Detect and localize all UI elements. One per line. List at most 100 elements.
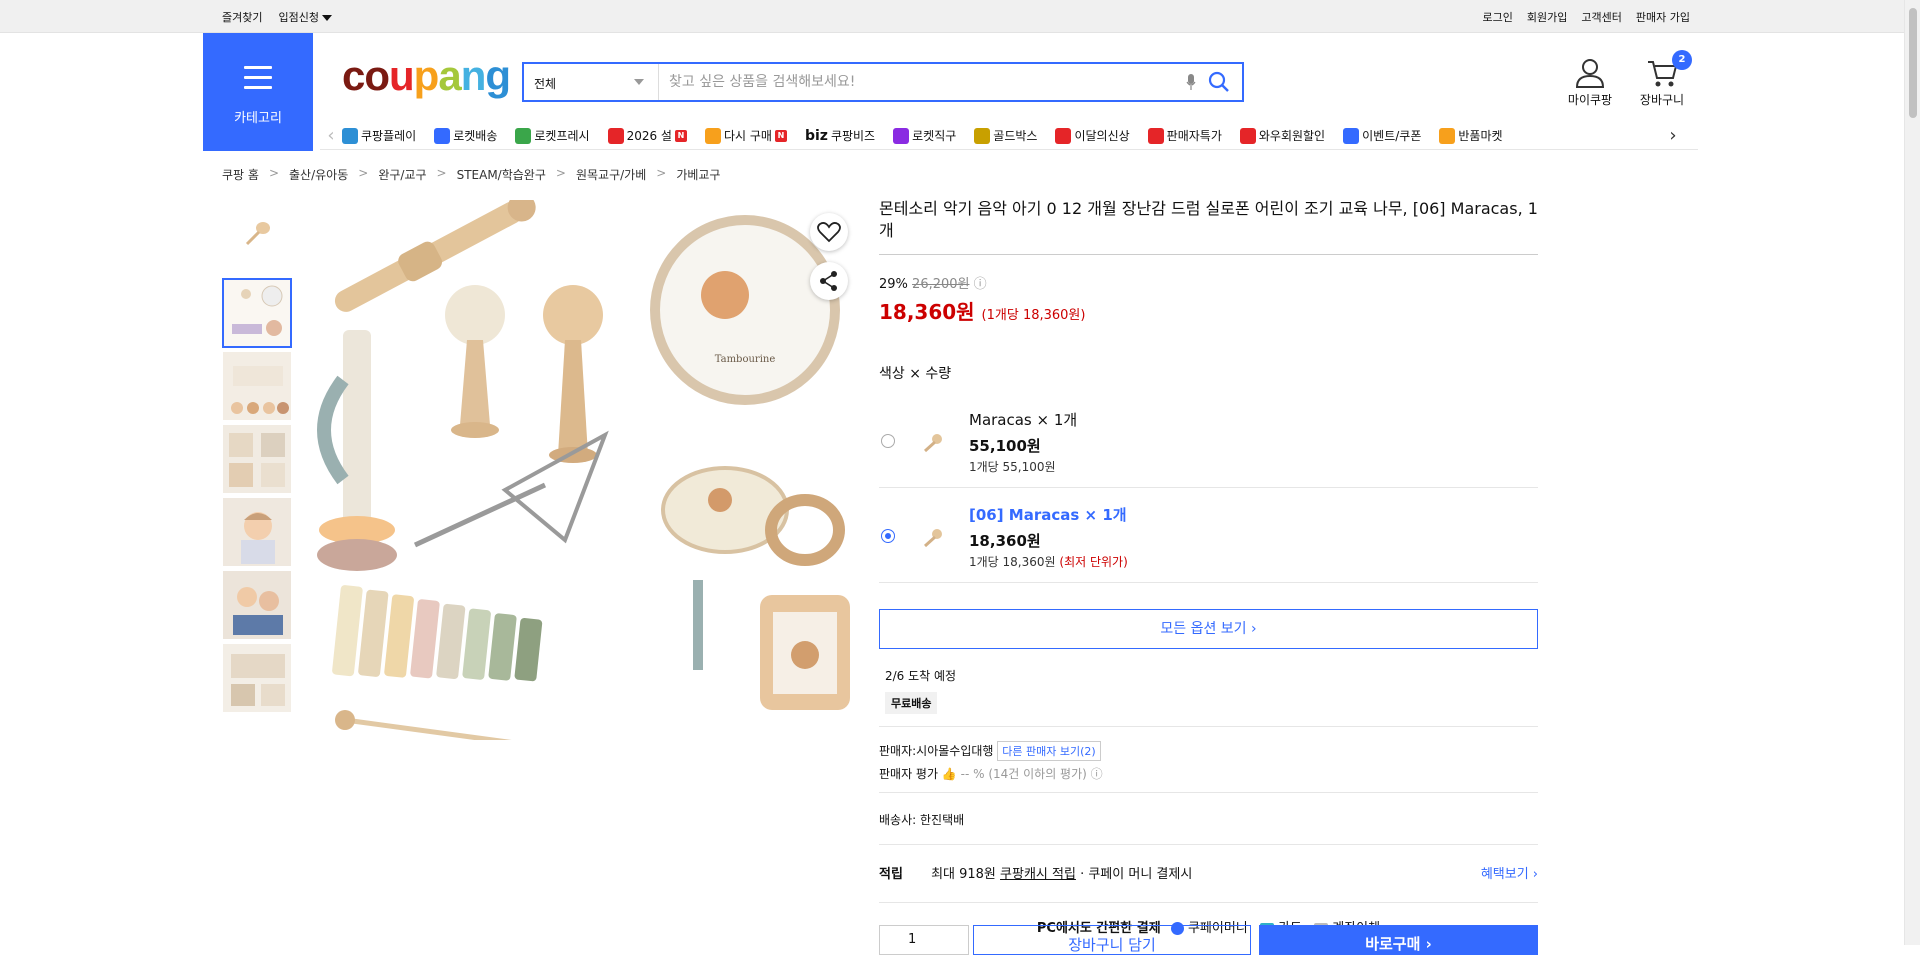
breadcrumb: 쿠팡 홈 > 출산/유아동 > 완구/교구 > STEAM/학습완구 > 원목교구/가베… (222, 166, 720, 183)
seller-join-link[interactable]: 판매자 가입 (1636, 9, 1690, 25)
info-icon[interactable]: ⓘ (1091, 767, 1103, 781)
category-nav-label: 골드박스 (993, 129, 1038, 143)
new-badge: N (774, 129, 787, 142)
category-button[interactable]: 카테고리 (203, 33, 313, 151)
thumbnail-package[interactable] (222, 643, 292, 713)
join-link[interactable]: 회원가입 (1527, 9, 1567, 25)
category-nav-item[interactable]: 로켓배송 (434, 127, 497, 144)
customer-center-link[interactable]: 고객센터 (1581, 9, 1621, 25)
category-nav-item[interactable]: 로켓프레시 (515, 127, 590, 144)
option-name: [06] Maracas × 1개 (969, 506, 1127, 524)
category-nav-item[interactable]: 쿠팡플레이 (342, 127, 416, 144)
scrollbar-thumb[interactable] (1909, 8, 1917, 118)
chevron-right-icon: > (656, 166, 667, 180)
category-nav-label: 로켓프레시 (534, 129, 590, 143)
thumbnail-kids[interactable] (222, 351, 292, 421)
option-radio[interactable] (881, 529, 895, 543)
category-nav-item[interactable]: 골드박스 (974, 127, 1037, 144)
chevron-right-icon[interactable]: › (1662, 125, 1684, 146)
option-unit-price-row: 1개당 18,360원 (최저 단위가) (969, 553, 1128, 570)
category-nav-item[interactable]: 다시 구매 N (704, 127, 787, 144)
login-link[interactable]: 로그인 (1483, 9, 1513, 25)
discount-row: 29% 26,200원 ⓘ (879, 273, 1538, 292)
reward-row: 적립 최대 918원 쿠팡캐시 적립 · 쿠페이 머니 결제시 혜택보기 › (879, 845, 1538, 902)
category-nav-item[interactable]: 2026 설N (607, 127, 687, 144)
option-price: 18,360원 (969, 532, 1041, 550)
other-sellers-button[interactable]: 다른 판매자 보기(2) (997, 741, 1101, 761)
breadcrumb-item[interactable]: 원목교구/가베 (576, 166, 646, 183)
search-scope-select[interactable]: 전체 (524, 64, 659, 100)
chevron-right-icon: > (436, 166, 447, 180)
category-nav-icon (1147, 127, 1164, 144)
seller-info: 판매자:시아몰수입대행 다른 판매자 보기(2) 판매자 평가 👍 -- % (… (879, 727, 1538, 792)
buy-now-button[interactable]: 바로구매 › (1259, 925, 1538, 955)
option-list: Maracas × 1개 55,100원 1개당 55,100원 [06] Ma… (879, 393, 1538, 583)
quantity-stepper[interactable]: 1 (879, 925, 969, 955)
coupang-logo[interactable]: coupang (342, 52, 511, 100)
all-options-label: 모든 옵션 보기 (1160, 621, 1247, 637)
original-price: 26,200원 (912, 277, 970, 292)
shipping-company-label: 배송사: (879, 813, 917, 827)
option-radio[interactable] (881, 434, 895, 448)
product-info: 몬테소리 악기 음악 아기 0 12 개월 장난감 드럼 실로폰 어린이 조기 … (879, 198, 1538, 950)
price-box: 29% 26,200원 ⓘ 18,360원 (1개당 18,360원) (879, 273, 1538, 325)
breadcrumb-item[interactable]: 출산/유아동 (289, 166, 348, 183)
category-nav-bar: ‹ 쿠팡플레이 로켓배송 로켓프레시 2026 설 N 다시 구매 N biz 쿠팡비즈 로켓직구… (320, 122, 1698, 150)
seller-signup-label: 입점신청 (278, 11, 319, 24)
category-nav-item[interactable]: 이벤트/쿠폰 (1343, 127, 1421, 144)
breadcrumb-item[interactable]: 가베교구 (676, 166, 720, 183)
category-nav-label: 반품마켓 (1458, 129, 1503, 143)
shipping-company: 한진택배 (920, 813, 965, 827)
user-icon (1575, 59, 1605, 88)
wishlist-button[interactable] (810, 213, 848, 251)
coupang-cash-link[interactable]: 쿠팡캐시 적립 (1000, 867, 1076, 882)
category-nav-item[interactable]: biz 쿠팡비즈 (805, 127, 875, 144)
info-icon[interactable]: ⓘ (974, 277, 987, 292)
category-nav-item[interactable]: 와우회원할인 (1239, 127, 1325, 144)
thumbnail-play[interactable] (222, 570, 292, 640)
search-input[interactable] (669, 70, 1169, 94)
reward-condition: · 쿠페이 머니 결제시 (1080, 867, 1193, 882)
option-item[interactable]: Maracas × 1개 55,100원 1개당 55,100원 (879, 393, 1538, 488)
option-label: 색상 × 수량 (879, 366, 952, 382)
category-nav-label: 이벤트/쿠폰 (1362, 129, 1422, 143)
page-scrollbar[interactable] (1904, 0, 1920, 945)
category-nav-item[interactable]: 판매자특가 (1147, 127, 1222, 144)
breadcrumb-item[interactable]: STEAM/학습완구 (457, 166, 546, 183)
category-nav-label: 이달의신상 (1074, 129, 1130, 143)
thumbnail-baby[interactable] (222, 497, 292, 567)
search-icon[interactable] (1208, 71, 1230, 93)
option-unit-price: 1개당 55,100원 (969, 460, 1056, 474)
cart-count-badge: 2 (1672, 50, 1692, 70)
delivery-info: 2/6 도착 예정 무료배송 (879, 667, 1538, 714)
microphone-icon[interactable] (1186, 74, 1196, 90)
main-product-image[interactable]: Tambourine (305, 193, 860, 748)
seller-name: 시아몰수입대행 (916, 744, 994, 758)
cart-button[interactable]: 2 장바구니 (1632, 50, 1692, 108)
option-item-selected[interactable]: [06] Maracas × 1개 18,360원 1개당 18,360원 (최… (879, 488, 1538, 583)
thumbnail-detail[interactable] (222, 424, 292, 494)
option-price: 55,100원 (969, 437, 1041, 455)
share-button[interactable] (810, 262, 848, 300)
my-coupang-button[interactable]: 마이쿠팡 (1560, 58, 1620, 108)
chevron-left-icon[interactable]: ‹ (320, 125, 342, 146)
category-nav-item[interactable]: 이달의신상 (1055, 127, 1130, 144)
category-nav-item[interactable]: 로켓직구 (893, 127, 956, 144)
top-utility-bar: 즐겨찾기 입점신청 로그인 회원가입 고객센터 판매자 가입 (0, 0, 1920, 33)
seller-signup-link[interactable]: 입점신청 (278, 9, 332, 25)
cart-label: 장바구니 (1639, 93, 1685, 107)
thumbnail-set[interactable] (222, 278, 292, 348)
bookmark-link[interactable]: 즐겨찾기 (222, 9, 262, 25)
all-options-button[interactable]: 모든 옵션 보기 › (879, 609, 1538, 649)
thumbnail-maracas[interactable] (222, 205, 292, 275)
breadcrumb-item[interactable]: 쿠팡 홈 (222, 166, 259, 183)
breadcrumb-item[interactable]: 완구/교구 (378, 166, 426, 183)
my-coupang-label: 마이쿠팡 (1567, 93, 1613, 107)
add-to-cart-button[interactable]: 장바구니 담기 (973, 925, 1251, 955)
product-title: 몬테소리 악기 음악 아기 0 12 개월 장난감 드럼 실로폰 어린이 조기 … (879, 198, 1538, 255)
category-nav-icon (434, 127, 451, 144)
category-nav-icon (1239, 127, 1256, 144)
category-label: 카테고리 (234, 111, 282, 126)
category-nav-item[interactable]: 반품마켓 (1439, 127, 1503, 144)
benefit-link[interactable]: 혜택보기 › (1481, 863, 1538, 882)
